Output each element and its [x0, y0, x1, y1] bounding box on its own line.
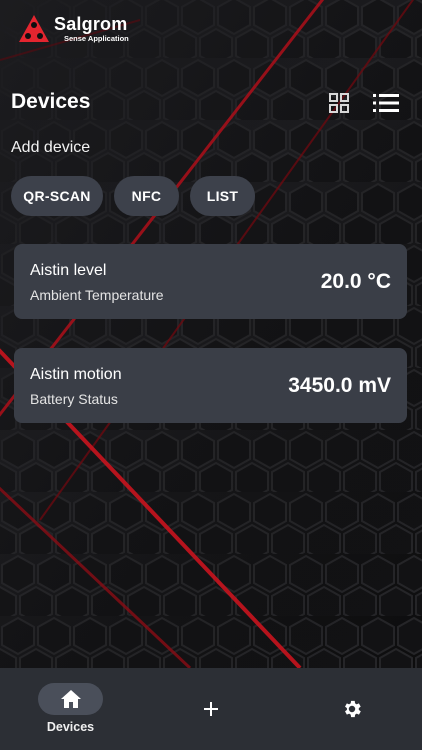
device-card-aistin-motion[interactable]: Aistin motion Battery Status 3450.0 mV: [14, 348, 407, 423]
brand-subtitle: Sense Application: [64, 34, 129, 44]
gear-icon: [345, 700, 361, 718]
nfc-button[interactable]: NFC: [114, 176, 179, 216]
nav-settings-button[interactable]: [339, 696, 365, 722]
nav-add-button[interactable]: [198, 696, 224, 722]
device-value: 20.0 °C: [320, 270, 391, 293]
nav-devices-button[interactable]: [38, 683, 103, 715]
app-logo: Salgrom Sense Application: [18, 14, 129, 44]
salgrom-logo-icon: [19, 15, 49, 42]
grid-icon: [329, 93, 349, 113]
plus-icon: [204, 702, 218, 716]
home-icon: [60, 690, 81, 708]
list-view-button[interactable]: [373, 90, 399, 116]
device-name: Aistin motion: [30, 366, 122, 383]
nav-devices-label: Devices: [46, 720, 95, 734]
bottom-navigation: Devices: [0, 668, 422, 750]
device-sensor-type: Ambient Temperature: [30, 287, 164, 303]
list-icon: [373, 94, 399, 112]
brand-name: Salgrom: [54, 14, 128, 35]
device-name: Aistin level: [30, 262, 107, 279]
page-title: Devices: [11, 90, 91, 113]
add-device-label: Add device: [11, 139, 91, 156]
grid-view-button[interactable]: [326, 90, 352, 116]
device-card-aistin-level[interactable]: Aistin level Ambient Temperature 20.0 °C: [14, 244, 407, 319]
list-button[interactable]: LIST: [190, 176, 255, 216]
device-sensor-type: Battery Status: [30, 391, 118, 407]
qr-scan-button[interactable]: QR-SCAN: [11, 176, 103, 216]
device-value: 3450.0 mV: [288, 374, 391, 397]
